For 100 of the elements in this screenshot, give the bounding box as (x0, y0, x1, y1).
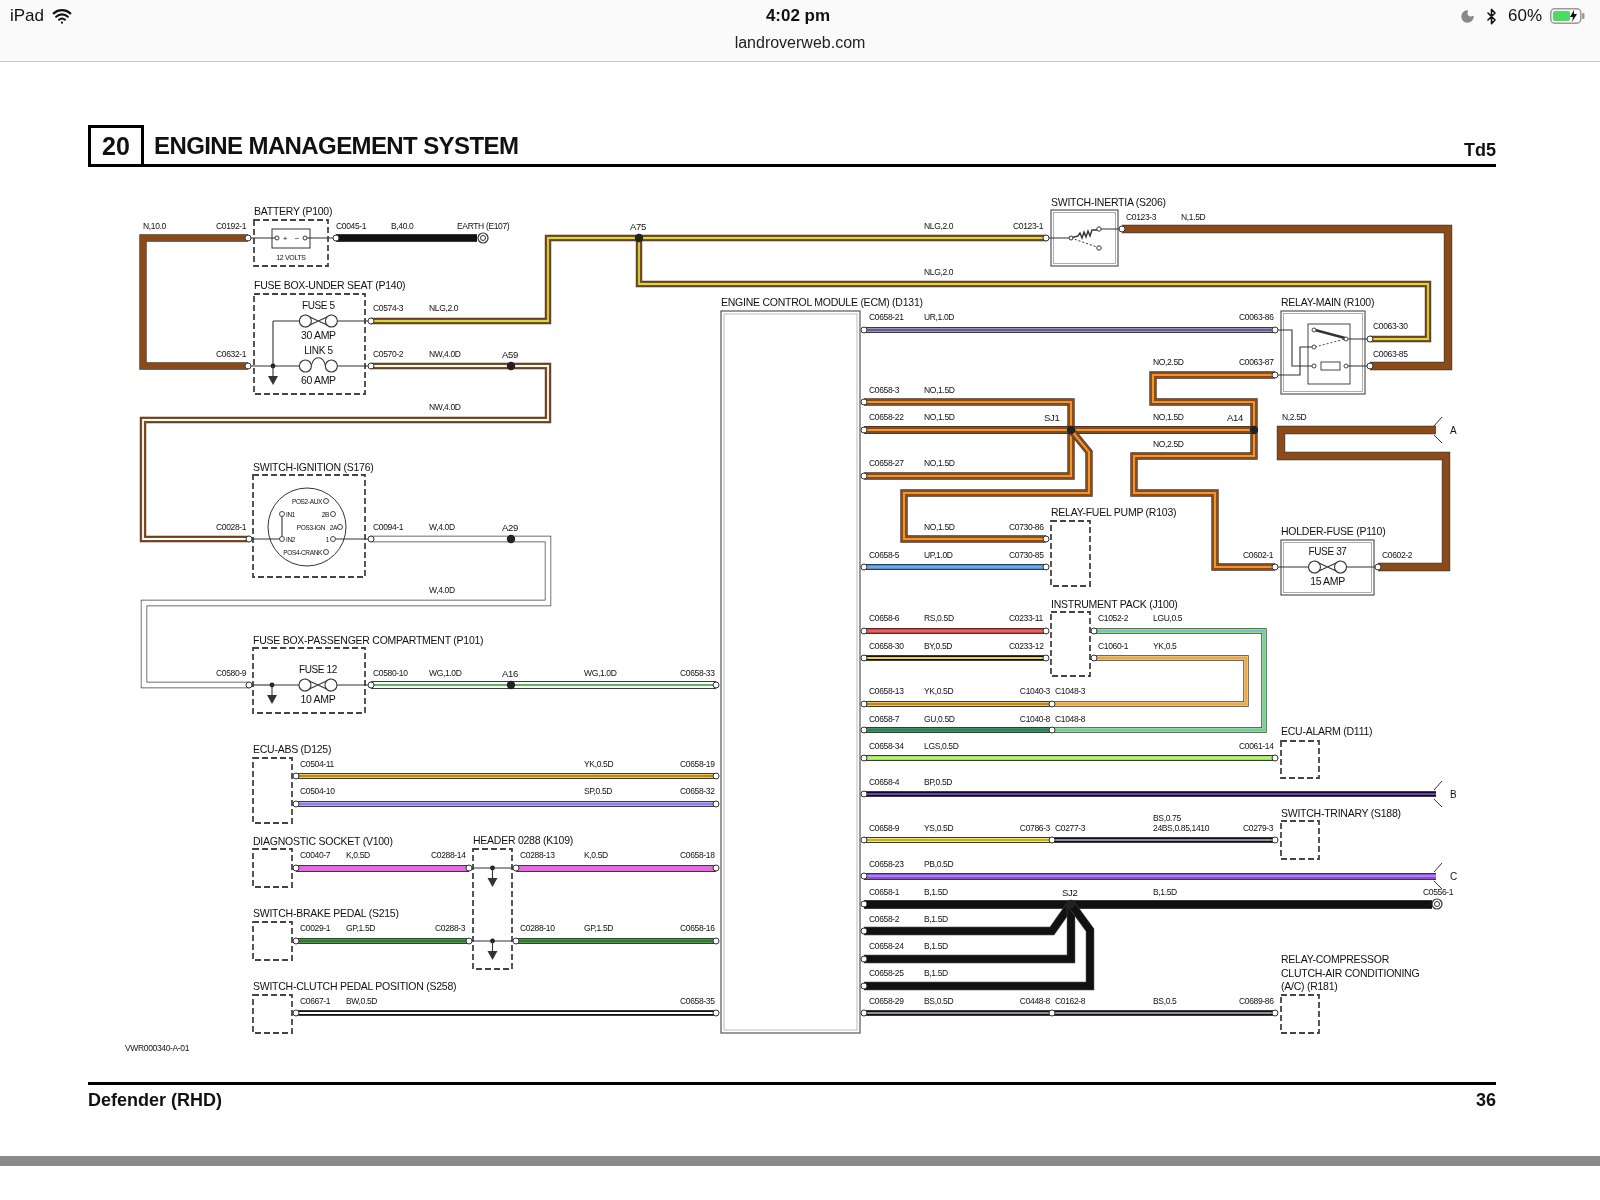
fuse-rating: 10 AMP (300, 693, 336, 705)
wire-spec: NO,1.5D (1153, 412, 1184, 422)
connector-code: C0689-86 (1239, 996, 1274, 1006)
connector-code: C0658-34 (869, 741, 904, 751)
wire-spec: PB,0.5D (924, 859, 954, 869)
wire-spec: BW,0.5D (346, 996, 378, 1006)
wire-spec: K,0.5D (584, 850, 608, 860)
connector-pin (712, 1009, 720, 1017)
connector-code: C0730-86 (1009, 522, 1044, 532)
component-name: ECU-ABS (D125) (253, 743, 332, 755)
wire-spec: NO,1.5D (924, 385, 955, 395)
component-name: ECU-ALARM (D111) (1281, 725, 1373, 737)
wire-spec: SP,0.5D (584, 786, 613, 796)
earth-ring (1431, 898, 1443, 910)
fuse-symbol (298, 357, 338, 373)
connector-code: C0658-22 (869, 412, 904, 422)
splice-dot (1066, 899, 1076, 909)
connector-code: EARTH (E107) (457, 221, 510, 231)
wire-spec: BS,0.5 (1153, 996, 1177, 1006)
connector-code: C0277-3 (1055, 823, 1086, 833)
wire-spec: W,4.0D (429, 522, 455, 532)
connector-code: C1060-1 (1098, 641, 1129, 651)
wire-spec: BY,0.5D (924, 641, 953, 651)
connector-pin (1042, 563, 1050, 571)
junction-dot (269, 682, 275, 688)
connector-code: C0574-3 (373, 303, 404, 313)
wire-spec: UR,1.0D (924, 312, 955, 322)
connector-code: C0658-4 (869, 777, 900, 787)
connector-code: C0658-3 (869, 385, 900, 395)
wire-spec: NW,4.0D (429, 402, 461, 412)
component-name: FUSE BOX-UNDER SEAT (P140) (254, 279, 406, 291)
connector-pin (860, 472, 868, 480)
wire-spec: BS,0.75 (1153, 813, 1181, 823)
wire-spec: NLG,2.0 (429, 303, 459, 313)
device-name: iPad (10, 6, 45, 26)
connector-code: C0288-10 (520, 923, 555, 933)
off-page-reference: A (1450, 424, 1457, 436)
fuse-symbol (298, 678, 338, 692)
wire-spec: BP,0.5D (924, 777, 953, 787)
component-name: BATTERY (P100) (254, 205, 333, 217)
connector-code: C0658-21 (869, 312, 904, 322)
connector-code: C0658-30 (869, 641, 904, 651)
fuse-label: LINK 5 (304, 344, 333, 356)
fuse-label: FUSE 12 (298, 663, 337, 675)
connector-pin (332, 234, 340, 242)
fuse-label: FUSE 5 (301, 299, 335, 311)
break-mark (1433, 862, 1443, 890)
connector-code: C0556-1 (1423, 887, 1454, 897)
component-outline (1050, 209, 1119, 267)
connector-code: C0162-8 (1055, 996, 1086, 1006)
splice-label: A59 (502, 348, 518, 360)
connector-pin (1366, 362, 1374, 370)
wire-spec: B,1.5D (924, 914, 948, 924)
connector-code: C0448-8 (1019, 996, 1050, 1006)
connector-pin (1366, 335, 1374, 343)
connector-code: C0288-14 (431, 850, 466, 860)
component-name: ENGINE CONTROL MODULE (ECM) (D131) (721, 296, 923, 308)
connector-pin (1374, 563, 1382, 571)
connector-code: C0504-11 (300, 759, 334, 769)
wire-spec: YK,0.5D (924, 686, 954, 696)
connector-code: C0658-18 (680, 850, 715, 860)
wire-spec: NO,1.5D (924, 458, 955, 468)
connector-pin (367, 317, 375, 325)
component-name: SWITCH-BRAKE PEDAL (S215) (253, 907, 399, 919)
connector-pin (1271, 563, 1279, 571)
wire-spec: RS,0.5D (924, 613, 954, 623)
connector-pin (860, 754, 868, 762)
connector-pin (712, 864, 720, 872)
wire-spec: GU,0.5D (924, 714, 955, 724)
break-mark (1433, 416, 1443, 444)
figure-id: VWR000340-A-01 (125, 1043, 190, 1053)
page-number: 36 (1475, 1090, 1496, 1111)
splice-dot (1066, 425, 1076, 435)
component-name: HEADER 0288 (K109) (473, 834, 573, 846)
page-title: ENGINE MANAGEMENT SYSTEM (154, 132, 519, 160)
connector-pin (1271, 326, 1279, 334)
connector-code: C0658-19 (680, 759, 715, 769)
connector-code: C0063-87 (1239, 357, 1274, 367)
wire-spec: N,10.0 (143, 221, 166, 231)
page-address: landroverweb.com (734, 34, 866, 51)
connector-pin (860, 790, 868, 798)
connector-pin (712, 937, 720, 945)
wire-spec: B,1.5D (924, 941, 948, 951)
connector-pin (1048, 700, 1056, 708)
connector-code: C0786-3 (1019, 823, 1050, 833)
connector-code: C0658-33 (680, 668, 715, 678)
wire-spec: NO,1.5D (924, 412, 955, 422)
connector-pin (244, 362, 252, 370)
connector-pin (292, 800, 300, 808)
connector-pin (1090, 654, 1098, 662)
wire-spec: B,1.5D (924, 887, 948, 897)
connector-pin (292, 772, 300, 780)
connector-code: C1048-3 (1055, 686, 1086, 696)
splice-dot (506, 361, 516, 371)
connector-code: C0658-5 (869, 550, 900, 560)
connector-code: C0602-2 (1382, 550, 1413, 560)
connector-pin (860, 326, 868, 334)
wire-spec: BS,0.5D (924, 996, 954, 1006)
connector-pin (245, 681, 253, 689)
connector-pin (860, 900, 868, 908)
